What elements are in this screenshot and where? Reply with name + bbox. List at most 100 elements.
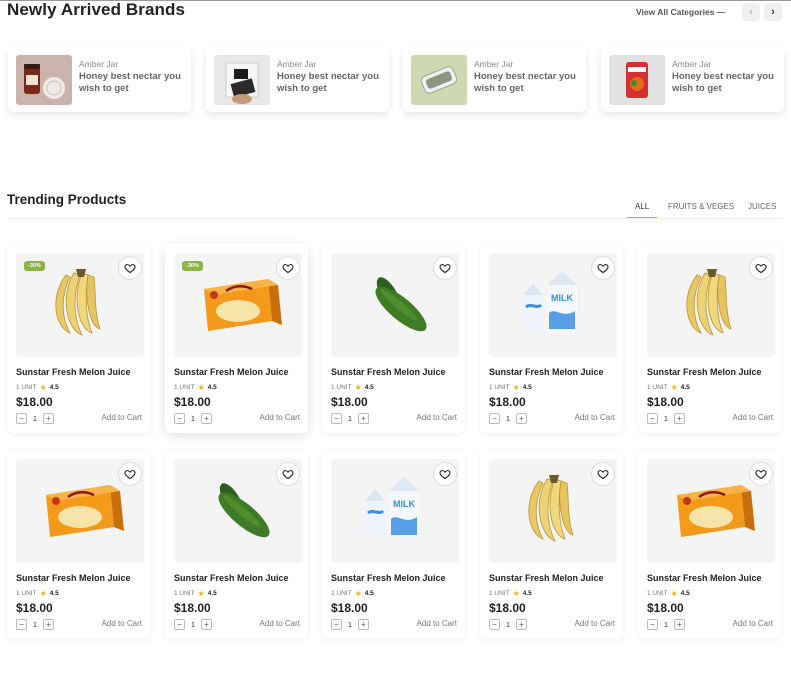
brand-card[interactable]: Amber Jar Honey best nectar you wish to …: [206, 46, 389, 112]
add-to-cart-button[interactable]: Add to Cart: [102, 619, 142, 628]
increase-quantity-button[interactable]: +: [201, 413, 212, 424]
product-name[interactable]: Sunstar Fresh Melon Juice: [647, 573, 762, 583]
quantity-value[interactable]: 1: [347, 414, 353, 423]
brand-name: Amber Jar: [277, 59, 317, 69]
product-unit: 1 UNIT: [647, 384, 668, 391]
brand-card[interactable]: Amber Jar Honey best nectar you wish to …: [8, 46, 191, 112]
brand-tagline: Honey best nectar you wish to get: [474, 71, 576, 94]
quantity-value[interactable]: 1: [32, 414, 38, 423]
decrease-quantity-button[interactable]: −: [331, 619, 342, 630]
tab-juices[interactable]: JUICES: [748, 202, 776, 211]
svg-text:MILK: MILK: [551, 293, 573, 303]
product-card[interactable]: Sunstar Fresh Melon Juice 1 UNIT ★ 4.5 $…: [638, 244, 781, 433]
increase-quantity-button[interactable]: +: [516, 413, 527, 424]
add-to-cart-button[interactable]: Add to Cart: [260, 619, 300, 628]
product-rating: 4.5: [49, 384, 59, 391]
view-all-categories-link[interactable]: View All Categories —: [636, 7, 725, 17]
product-card[interactable]: Sunstar Fresh Melon Juice 1 UNIT ★ 4.5 $…: [165, 450, 308, 639]
product-card[interactable]: Sunstar Fresh Melon Juice 1 UNIT ★ 4.5 $…: [7, 450, 150, 639]
decrease-quantity-button[interactable]: −: [16, 619, 27, 630]
decrease-quantity-button[interactable]: −: [489, 619, 500, 630]
add-to-cart-button[interactable]: Add to Cart: [417, 619, 457, 628]
wishlist-heart-icon[interactable]: [276, 462, 300, 486]
product-name[interactable]: Sunstar Fresh Melon Juice: [331, 367, 446, 377]
add-to-cart-button[interactable]: Add to Cart: [733, 413, 773, 422]
product-meta: 1 UNIT ★ 4.5: [489, 383, 532, 392]
discount-badge: -30%: [182, 261, 203, 271]
tab-fruits-veges[interactable]: FRUITS & VEGES: [668, 202, 734, 211]
decrease-quantity-button[interactable]: −: [489, 413, 500, 424]
add-to-cart-button[interactable]: Add to Cart: [260, 413, 300, 422]
product-rating: 4.5: [207, 384, 217, 391]
add-to-cart-button[interactable]: Add to Cart: [575, 413, 615, 422]
product-card[interactable]: Sunstar Fresh Melon Juice 1 UNIT ★ 4.5 $…: [638, 450, 781, 639]
product-name[interactable]: Sunstar Fresh Melon Juice: [174, 573, 289, 583]
quantity-value[interactable]: 1: [190, 414, 196, 423]
product-meta: 1 UNIT ★ 4.5: [331, 383, 374, 392]
wishlist-heart-icon[interactable]: [433, 256, 457, 280]
brand-card[interactable]: Amber Jar Honey best nectar you wish to …: [601, 46, 784, 112]
increase-quantity-button[interactable]: +: [43, 413, 54, 424]
wishlist-heart-icon[interactable]: [591, 462, 615, 486]
decrease-quantity-button[interactable]: −: [174, 619, 185, 630]
wishlist-heart-icon[interactable]: [591, 256, 615, 280]
decrease-quantity-button[interactable]: −: [16, 413, 27, 424]
add-to-cart-button[interactable]: Add to Cart: [575, 619, 615, 628]
product-name[interactable]: Sunstar Fresh Melon Juice: [16, 367, 131, 377]
wishlist-heart-icon[interactable]: [433, 462, 457, 486]
star-icon: ★: [197, 383, 205, 392]
decrease-quantity-button[interactable]: −: [331, 413, 342, 424]
increase-quantity-button[interactable]: +: [516, 619, 527, 630]
decrease-quantity-button[interactable]: −: [174, 413, 185, 424]
wishlist-heart-icon[interactable]: [749, 256, 773, 280]
product-card[interactable]: -30% Sunstar Fresh Melon Juice 1 UNIT ★ …: [7, 244, 150, 433]
star-icon: ★: [512, 383, 520, 392]
product-name[interactable]: Sunstar Fresh Melon Juice: [489, 367, 604, 377]
product-name[interactable]: Sunstar Fresh Melon Juice: [647, 367, 762, 377]
product-name[interactable]: Sunstar Fresh Melon Juice: [489, 573, 604, 583]
quantity-value[interactable]: 1: [663, 414, 669, 423]
wishlist-heart-icon[interactable]: [276, 256, 300, 280]
section-divider: [7, 218, 783, 219]
quantity-value[interactable]: 1: [505, 414, 511, 423]
decrease-quantity-button[interactable]: −: [647, 413, 658, 424]
wishlist-heart-icon[interactable]: [118, 256, 142, 280]
brand-tagline: Honey best nectar you wish to get: [277, 71, 379, 94]
add-to-cart-button[interactable]: Add to Cart: [733, 619, 773, 628]
add-to-cart-button[interactable]: Add to Cart: [417, 413, 457, 422]
brand-card[interactable]: Amber Jar Honey best nectar you wish to …: [403, 46, 586, 112]
wishlist-heart-icon[interactable]: [118, 462, 142, 486]
product-name[interactable]: Sunstar Fresh Melon Juice: [16, 573, 131, 583]
quantity-value[interactable]: 1: [32, 620, 38, 629]
product-card[interactable]: MILK Sunstar Fresh Melon Juice 1 UNIT ★ …: [480, 244, 623, 433]
product-rating: 4.5: [522, 590, 532, 597]
quantity-value[interactable]: 1: [663, 620, 669, 629]
product-price: $18.00: [489, 395, 526, 409]
product-card[interactable]: MILK Sunstar Fresh Melon Juice 1 UNIT ★ …: [322, 450, 465, 639]
product-card[interactable]: Sunstar Fresh Melon Juice 1 UNIT ★ 4.5 $…: [480, 450, 623, 639]
product-card[interactable]: -30% Sunstar Fresh Melon Juice 1 UNIT ★ …: [165, 244, 308, 433]
tab-all[interactable]: ALL: [635, 202, 649, 211]
brand-tagline: Honey best nectar you wish to get: [672, 71, 774, 94]
increase-quantity-button[interactable]: +: [358, 619, 369, 630]
increase-quantity-button[interactable]: +: [43, 619, 54, 630]
brand-thumbnail: [16, 55, 72, 105]
increase-quantity-button[interactable]: +: [674, 413, 685, 424]
add-to-cart-button[interactable]: Add to Cart: [102, 413, 142, 422]
product-name[interactable]: Sunstar Fresh Melon Juice: [331, 573, 446, 583]
product-card[interactable]: Sunstar Fresh Melon Juice 1 UNIT ★ 4.5 $…: [322, 244, 465, 433]
quantity-stepper: − 1 +: [647, 413, 685, 424]
quantity-value[interactable]: 1: [505, 620, 511, 629]
increase-quantity-button[interactable]: +: [358, 413, 369, 424]
product-name[interactable]: Sunstar Fresh Melon Juice: [174, 367, 289, 377]
quantity-value[interactable]: 1: [190, 620, 196, 629]
product-rating: 4.5: [364, 384, 374, 391]
quantity-value[interactable]: 1: [347, 620, 353, 629]
carousel-prev-button[interactable]: ‹: [742, 3, 760, 21]
increase-quantity-button[interactable]: +: [674, 619, 685, 630]
increase-quantity-button[interactable]: +: [201, 619, 212, 630]
carousel-next-button[interactable]: ›: [764, 3, 782, 21]
product-rating: 4.5: [522, 384, 532, 391]
decrease-quantity-button[interactable]: −: [647, 619, 658, 630]
wishlist-heart-icon[interactable]: [749, 462, 773, 486]
